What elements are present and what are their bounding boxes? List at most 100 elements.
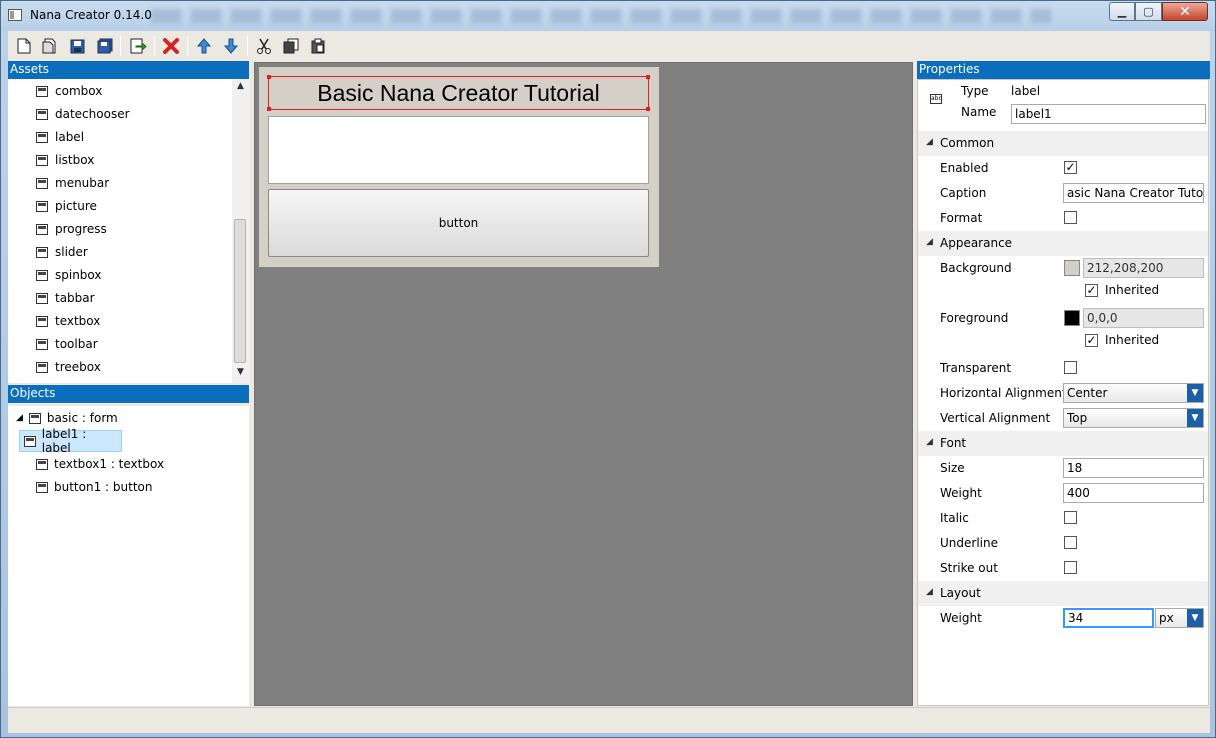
background-color-swatch[interactable] bbox=[1064, 260, 1080, 276]
generate-icon bbox=[130, 38, 147, 54]
tree-node-textbox1[interactable]: textbox1 : textbox bbox=[32, 453, 168, 475]
scrollbar-thumb[interactable] bbox=[234, 219, 246, 363]
assets-scrollbar[interactable]: ▲ ▼ bbox=[232, 79, 249, 383]
properties-header: Properties bbox=[917, 61, 1210, 79]
tree-node-label: label1 : label bbox=[41, 427, 87, 455]
cut-button[interactable] bbox=[254, 36, 274, 56]
asset-label: datechooser bbox=[55, 107, 130, 121]
delete-icon bbox=[163, 38, 179, 54]
name-input[interactable]: label1 bbox=[1011, 104, 1206, 124]
save-as-button[interactable] bbox=[95, 36, 115, 56]
properties-panel: abc Type label Name label1 ◢ Common Enab… bbox=[917, 79, 1209, 706]
scroll-up-icon[interactable]: ▲ bbox=[232, 81, 249, 95]
scroll-down-icon[interactable]: ▼ bbox=[232, 367, 249, 381]
design-canvas[interactable]: Basic Nana Creator Tutorial button bbox=[254, 62, 913, 706]
underline-checkbox[interactable] bbox=[1064, 536, 1077, 549]
caption-label: Caption bbox=[940, 186, 987, 200]
asset-item-progress[interactable]: progress bbox=[36, 219, 107, 239]
resize-handle[interactable] bbox=[646, 107, 650, 111]
section-appearance[interactable]: ◢ Appearance bbox=[918, 231, 1208, 256]
open-button[interactable] bbox=[40, 36, 60, 56]
format-checkbox[interactable] bbox=[1064, 211, 1077, 224]
enabled-checkbox[interactable]: ✓ bbox=[1064, 161, 1077, 174]
app-window: Nana Creator 0.14.0 ▁ ▢ ✕ Assets combox … bbox=[0, 0, 1216, 738]
section-common[interactable]: ◢ Common bbox=[918, 131, 1208, 156]
form-preview[interactable]: Basic Nana Creator Tutorial button bbox=[259, 67, 659, 267]
dropdown-arrow-icon[interactable]: ▼ bbox=[1187, 384, 1203, 402]
section-label: Common bbox=[940, 136, 995, 150]
assets-list: combox datechooser label listbox menubar… bbox=[8, 79, 249, 383]
asset-label: tabbar bbox=[55, 291, 95, 305]
weight-input[interactable]: 400 bbox=[1063, 483, 1204, 503]
halign-select[interactable]: Center ▼ bbox=[1063, 383, 1204, 403]
expand-triangle-icon[interactable]: ◢ bbox=[16, 413, 23, 423]
asset-item-picture[interactable]: picture bbox=[36, 196, 97, 216]
resize-handle[interactable] bbox=[267, 75, 271, 79]
save-button[interactable] bbox=[67, 36, 87, 56]
preview-button-widget[interactable]: button bbox=[268, 189, 649, 257]
resize-handle[interactable] bbox=[646, 75, 650, 79]
label-icon bbox=[36, 131, 48, 143]
asset-item-menubar[interactable]: menubar bbox=[36, 173, 109, 193]
slider-icon bbox=[36, 246, 48, 258]
section-label: Appearance bbox=[940, 236, 1013, 250]
halign-label: Horizontal Alignment bbox=[940, 386, 1067, 400]
menubar-icon bbox=[36, 177, 48, 189]
dropdown-arrow-icon[interactable]: ▼ bbox=[1187, 409, 1203, 427]
foreground-color-swatch[interactable] bbox=[1064, 310, 1080, 326]
maximize-button[interactable]: ▢ bbox=[1135, 2, 1162, 21]
foreground-label: Foreground bbox=[940, 311, 1009, 325]
minimize-button[interactable]: ▁ bbox=[1109, 2, 1135, 21]
section-layout[interactable]: ◢ Layout bbox=[918, 581, 1208, 606]
resize-handle[interactable] bbox=[267, 107, 271, 111]
tabbar-icon bbox=[36, 292, 48, 304]
section-font[interactable]: ◢ Font bbox=[918, 431, 1208, 456]
delete-button[interactable] bbox=[161, 36, 181, 56]
asset-item-listbox[interactable]: listbox bbox=[36, 150, 94, 170]
transparent-checkbox[interactable] bbox=[1064, 361, 1077, 374]
layout-unit-select[interactable]: px ▼ bbox=[1155, 608, 1204, 628]
window-title: Nana Creator 0.14.0 bbox=[30, 8, 152, 22]
preview-textbox-widget[interactable] bbox=[268, 116, 649, 184]
datechooser-icon bbox=[36, 108, 48, 120]
tree-node-button1[interactable]: button1 : button bbox=[32, 476, 156, 498]
asset-item-toolbar[interactable]: toolbar bbox=[36, 334, 98, 354]
preview-label-widget[interactable]: Basic Nana Creator Tutorial bbox=[267, 75, 650, 111]
collapse-triangle-icon: ◢ bbox=[926, 137, 933, 147]
asset-item-spinbox[interactable]: spinbox bbox=[36, 265, 102, 285]
background-inherited-checkbox[interactable]: ✓ bbox=[1085, 284, 1098, 297]
italic-checkbox[interactable] bbox=[1064, 511, 1077, 524]
name-label: Name bbox=[961, 105, 997, 119]
dropdown-arrow-icon[interactable]: ▼ bbox=[1187, 609, 1203, 627]
asset-item-textbox[interactable]: textbox bbox=[36, 311, 100, 331]
move-down-button[interactable] bbox=[221, 36, 241, 56]
maximize-icon: ▢ bbox=[1143, 5, 1154, 18]
asset-item-label[interactable]: label bbox=[36, 127, 84, 147]
copy-button[interactable] bbox=[281, 36, 301, 56]
asset-item-tabbar[interactable]: tabbar bbox=[36, 288, 95, 308]
asset-item-treebox[interactable]: treebox bbox=[36, 357, 101, 377]
asset-item-slider[interactable]: slider bbox=[36, 242, 88, 262]
asset-item-datechooser[interactable]: datechooser bbox=[36, 104, 130, 124]
close-button[interactable]: ✕ bbox=[1162, 2, 1208, 21]
caption-input[interactable]: asic Nana Creator Tutorial bbox=[1063, 183, 1204, 203]
tree-node-basic-form[interactable]: ◢ basic : form bbox=[12, 407, 122, 429]
size-label: Size bbox=[940, 461, 965, 475]
generate-button[interactable] bbox=[128, 36, 148, 56]
picture-icon bbox=[36, 200, 48, 212]
layout-weight-input[interactable]: 34 bbox=[1063, 608, 1154, 628]
paste-button[interactable] bbox=[308, 36, 328, 56]
client-area: Assets combox datechooser label listbox … bbox=[8, 31, 1210, 733]
tree-node-label: basic : form bbox=[46, 411, 118, 425]
save-icon bbox=[70, 39, 84, 53]
textbox-icon bbox=[36, 458, 48, 470]
strikeout-checkbox[interactable] bbox=[1064, 561, 1077, 574]
asset-item-combox[interactable]: combox bbox=[36, 81, 102, 101]
valign-select[interactable]: Top ▼ bbox=[1063, 408, 1204, 428]
tree-node-label1[interactable]: label1 : label bbox=[19, 427, 122, 455]
move-up-button[interactable] bbox=[194, 36, 214, 56]
new-button[interactable] bbox=[14, 36, 34, 56]
progress-icon bbox=[36, 223, 48, 235]
size-input[interactable]: 18 bbox=[1063, 458, 1204, 478]
foreground-inherited-checkbox[interactable]: ✓ bbox=[1085, 334, 1098, 347]
